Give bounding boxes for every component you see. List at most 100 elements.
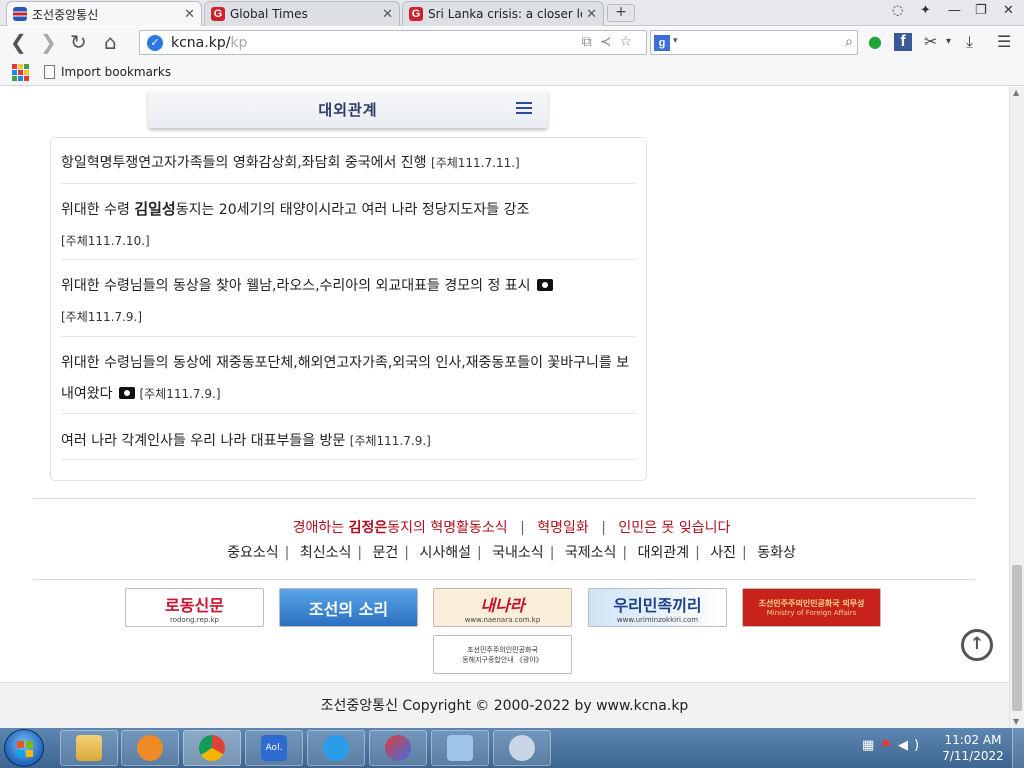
banner-naenara[interactable]: 내나라 www.naenara.com.kp: [433, 588, 572, 627]
media-player-icon: [137, 735, 163, 761]
google-search-icon[interactable]: g: [654, 35, 670, 51]
link-category[interactable]: 국제소식: [565, 545, 617, 561]
start-button[interactable]: [4, 729, 44, 767]
search-box[interactable]: g ▾ ⌕: [650, 30, 858, 55]
news-item[interactable]: 위대한 수령 김일성동지는 20세기의 태양이시라고 여러 나라 정당지도자들 …: [61, 194, 636, 260]
news-headline[interactable]: 여러 나라 각계인사들 우리 나라 대표부들을 방문: [61, 433, 345, 449]
separator: |: [549, 545, 555, 561]
close-window-icon[interactable]: ✕: [1003, 3, 1014, 18]
featured-links: 경애하는 김정은동지의 혁명활동소식 | 혁명일화 | 인민은 못 잊습니다: [17, 517, 1006, 537]
link-revolutionary-anecdotes[interactable]: 혁명일화: [537, 520, 589, 536]
close-tab-icon[interactable]: ✕: [586, 7, 597, 22]
action-center-icon[interactable]: ⚑: [880, 738, 898, 753]
volume-icon[interactable]: ◀): [898, 738, 925, 753]
link-category[interactable]: 시사해설: [419, 545, 471, 561]
chevron-down-icon[interactable]: ▾: [673, 36, 678, 46]
pin-icon[interactable]: ✦: [920, 3, 931, 18]
taskbar-media-player[interactable]: [121, 730, 179, 766]
home-icon[interactable]: ⌂: [104, 31, 117, 53]
news-headline[interactable]: 위대한 수령님들의 동상을 찾아 웰남,라오스,수리아의 외교대표들 경모의 정…: [61, 278, 531, 294]
taskbar-media-center[interactable]: [493, 730, 551, 766]
address-bar[interactable]: ✓ kcna.kp/kp ⧉≺☆: [139, 30, 647, 55]
tab-kcna[interactable]: 조선중앙통신 ✕: [6, 1, 202, 26]
link-category[interactable]: 중요소식: [227, 545, 279, 561]
scroll-up-icon[interactable]: ▲: [1013, 88, 1019, 97]
search-icon[interactable]: ⌕: [845, 34, 853, 50]
folder-icon: [76, 735, 102, 761]
news-date: [주체111.7.10.]: [61, 234, 150, 248]
taskbar-s-app[interactable]: [369, 730, 427, 766]
link-category[interactable]: 국내소식: [492, 545, 544, 561]
link-category[interactable]: 동화상: [757, 545, 796, 561]
banner-voice-of-korea[interactable]: 조선의 소리: [279, 588, 418, 627]
banner-title: 로동신문: [165, 595, 224, 615]
clock[interactable]: 11:02 AM 7/11/2022: [940, 732, 1006, 764]
banner-uriminzokkiri[interactable]: 우리민족끼리 www.uriminzokkiri.com: [588, 588, 727, 627]
star-icon[interactable]: ☆: [619, 34, 640, 50]
news-item[interactable]: 항일혁명투쟁연고자가족들의 영화감상회,좌담회 중국에서 진행 [주체111.7…: [61, 148, 636, 184]
whatsapp-icon[interactable]: ●: [868, 33, 882, 51]
taskbar-q-app[interactable]: [307, 730, 365, 766]
omnibox-actions[interactable]: ⧉≺☆: [582, 34, 640, 50]
close-tab-icon[interactable]: ✕: [184, 7, 195, 22]
apps-icon[interactable]: [12, 64, 29, 81]
tab-title: 조선중앙통신: [32, 7, 99, 22]
import-bookmarks-link[interactable]: Import bookmarks: [44, 65, 171, 79]
tab-title: Global Times: [230, 7, 308, 21]
show-desktop-button[interactable]: [1012, 728, 1024, 768]
download-icon[interactable]: ⤓: [966, 33, 973, 51]
tab-global-times[interactable]: G Global Times ✕: [204, 1, 400, 26]
link-people-never-forget[interactable]: 인민은 못 잊습니다: [618, 520, 730, 536]
link-category[interactable]: 대외관계: [638, 545, 690, 561]
banner-rodong-sinmun[interactable]: 로동신문 rodong.rep.kp: [125, 588, 264, 627]
facebook-icon[interactable]: f: [894, 33, 912, 51]
back-icon[interactable]: ❮: [10, 31, 27, 53]
scroll-to-top-button[interactable]: ↑: [961, 629, 993, 661]
clock-time: 11:02 AM: [944, 733, 1002, 747]
divider: [33, 579, 975, 580]
clock-date: 7/11/2022: [942, 749, 1004, 763]
url-host: kcna.kp/: [171, 34, 231, 51]
news-headline[interactable]: 항일혁명투쟁연고자가족들의 영화감상회,좌담회 중국에서 진행: [61, 155, 427, 171]
tab-sri-lanka[interactable]: G Sri Lanka crisis: a closer lo ✕: [402, 1, 604, 26]
link-category[interactable]: 최신소식: [300, 545, 352, 561]
news-headline[interactable]: 위대한 수령: [61, 202, 134, 218]
news-item[interactable]: 위대한 수령님들의 동상을 찾아 웰남,라오스,수리아의 외교대표들 경모의 정…: [61, 271, 636, 337]
link-text: 경애하는: [292, 520, 349, 536]
translate-icon[interactable]: ⧉: [582, 34, 600, 50]
separator: |: [477, 545, 482, 561]
news-headline[interactable]: 동지는 20세기의 태양이시라고 여러 나라 정당지도자들 강조: [176, 202, 530, 218]
chevron-down-icon[interactable]: ▾: [946, 33, 951, 51]
link-category[interactable]: 문건: [373, 545, 399, 561]
forward-icon[interactable]: ❯: [40, 31, 57, 53]
banner-title: 조선의 소리: [308, 599, 389, 619]
news-item[interactable]: 여러 나라 각계인사들 우리 나라 대표부들을 방문 [주체111.7.9.]: [61, 426, 636, 460]
taskbar-aol[interactable]: Aol.: [245, 730, 303, 766]
link-leader-activities[interactable]: 경애하는 김정은동지의 혁명활동소식: [293, 520, 508, 536]
scrollbar-thumb[interactable]: [1012, 565, 1022, 711]
network-icon[interactable]: ▦: [862, 738, 880, 753]
news-item[interactable]: 위대한 수령님들의 동상에 재중동포단체,해외연고자가족,외국의 인사,재중동포…: [61, 348, 636, 414]
taskbar-chrome[interactable]: [183, 730, 241, 766]
chat-icon[interactable]: ◌: [892, 3, 903, 18]
share-icon[interactable]: ≺: [600, 34, 620, 50]
new-tab-button[interactable]: +: [607, 4, 635, 22]
taskbar-control-panel[interactable]: [431, 730, 489, 766]
news-date: [주체111.7.9.]: [349, 434, 431, 448]
maximize-icon[interactable]: ❐: [975, 3, 987, 18]
scroll-down-icon[interactable]: ▼: [1013, 717, 1019, 726]
scissors-icon[interactable]: ✂: [924, 33, 937, 51]
menu-icon[interactable]: ☰: [997, 33, 1011, 51]
close-tab-icon[interactable]: ✕: [382, 7, 393, 22]
banner-foreign-ministry[interactable]: 조선민주주의인민공화국 외무성 Ministry of Foreign Affa…: [742, 588, 881, 627]
list-icon[interactable]: [516, 102, 532, 116]
leader-name[interactable]: 김일성: [134, 200, 175, 218]
reload-icon[interactable]: ↻: [70, 31, 87, 53]
minimize-icon[interactable]: —: [948, 3, 961, 18]
page-scrollbar[interactable]: ▲ ▼: [1009, 87, 1024, 728]
banner-title: 조선민주주의인민공화국: [467, 645, 538, 654]
link-category[interactable]: 사진: [710, 545, 736, 561]
banner-url: 동해지구종합안내 《광야》: [462, 655, 543, 664]
banner-east-sea-guide[interactable]: 조선민주주의인민공화국 동해지구종합안내 《광야》: [433, 635, 572, 674]
taskbar-explorer[interactable]: [60, 730, 118, 766]
